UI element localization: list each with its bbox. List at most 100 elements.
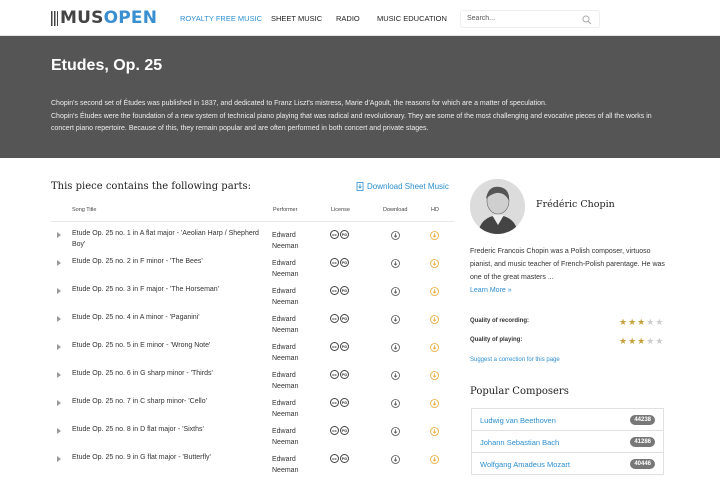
- performer-name[interactable]: Edward Neeman: [272, 286, 312, 308]
- nav-radio[interactable]: RADIO: [336, 14, 360, 23]
- nav-sheet-music[interactable]: SHEET MUSIC: [271, 14, 322, 23]
- table-row[interactable]: Etude Op. 25 no. 8 in D flat major - 'Si…: [51, 424, 454, 452]
- performer-name[interactable]: Edward Neeman: [272, 454, 312, 476]
- performer-name[interactable]: Edward Neeman: [272, 258, 312, 280]
- song-title[interactable]: Etude Op. 25 no. 8 in D flat major - 'Si…: [72, 424, 262, 435]
- composer-link[interactable]: Wolfgang Amadeus Mozart: [480, 460, 570, 469]
- license-badges[interactable]: cc PD: [330, 230, 350, 239]
- star-empty-icon[interactable]: ★: [655, 337, 663, 346]
- play-icon[interactable]: [57, 372, 61, 378]
- license-badges[interactable]: cc PD: [330, 426, 350, 435]
- song-title[interactable]: Etude Op. 25 no. 4 in A minor - 'Paganin…: [72, 312, 262, 323]
- list-item[interactable]: Ludwig van Beethoven 44238: [472, 409, 663, 431]
- license-badges[interactable]: cc PD: [330, 454, 350, 463]
- license-badges[interactable]: cc PD: [330, 370, 350, 379]
- composer-name[interactable]: Frédéric Chopin: [536, 199, 615, 210]
- star-filled-icon[interactable]: ★: [628, 337, 636, 346]
- performer-name[interactable]: Edward Neeman: [272, 314, 312, 336]
- learn-more-link[interactable]: Learn More »: [470, 287, 512, 294]
- song-title[interactable]: Etude Op. 25 no. 7 in C sharp minor- 'Ce…: [72, 396, 262, 407]
- hd-download-icon[interactable]: [430, 455, 439, 464]
- performer-name[interactable]: Edward Neeman: [272, 370, 312, 392]
- suggest-correction-link[interactable]: Suggest a correction for this page: [470, 357, 560, 363]
- star-filled-icon[interactable]: ★: [637, 337, 645, 346]
- download-icon[interactable]: [391, 371, 400, 380]
- star-empty-icon[interactable]: ★: [646, 337, 654, 346]
- hd-download-icon[interactable]: [430, 371, 439, 380]
- table-row[interactable]: Etude Op. 25 no. 4 in A minor - 'Paganin…: [51, 312, 454, 340]
- table-row[interactable]: Etude Op. 25 no. 2 in F minor - 'The Bee…: [51, 256, 454, 284]
- hd-download-icon[interactable]: [430, 399, 439, 408]
- download-icon[interactable]: [391, 259, 400, 268]
- play-icon[interactable]: [57, 232, 61, 238]
- star-filled-icon[interactable]: ★: [637, 318, 645, 327]
- hd-download-icon[interactable]: [430, 315, 439, 324]
- composer-link[interactable]: Ludwig van Beethoven: [480, 416, 556, 425]
- column-performer[interactable]: Performer: [273, 207, 297, 213]
- logo-mark-icon: [51, 10, 58, 26]
- list-item[interactable]: Wolfgang Amadeus Mozart 40446: [472, 453, 663, 475]
- search-input[interactable]: [467, 15, 577, 22]
- composer-portrait[interactable]: [470, 179, 525, 234]
- creative-commons-icon: cc: [330, 398, 339, 407]
- song-title[interactable]: Etude Op. 25 no. 6 in G sharp minor - 'T…: [72, 368, 262, 379]
- column-song-title[interactable]: Song Title: [72, 207, 96, 213]
- download-icon[interactable]: [391, 455, 400, 464]
- download-icon[interactable]: [391, 231, 400, 240]
- hd-download-icon[interactable]: [430, 231, 439, 240]
- search-icon[interactable]: [582, 15, 592, 25]
- nav-music-education[interactable]: MUSIC EDUCATION: [377, 14, 447, 23]
- play-icon[interactable]: [57, 456, 61, 462]
- song-title[interactable]: Etude Op. 25 no. 3 in F major - 'The Hor…: [72, 284, 262, 295]
- hd-download-icon[interactable]: [430, 287, 439, 296]
- license-badges[interactable]: cc PD: [330, 314, 350, 323]
- table-row[interactable]: Etude Op. 25 no. 7 in C sharp minor- 'Ce…: [51, 396, 454, 424]
- table-row[interactable]: Etude Op. 25 no. 9 in G flat major - 'Bu…: [51, 452, 454, 480]
- quality-recording-stars[interactable]: ★ ★ ★ ★ ★: [619, 318, 664, 327]
- hd-download-icon[interactable]: [430, 259, 439, 268]
- song-title[interactable]: Etude Op. 25 no. 5 in E minor - 'Wrong N…: [72, 340, 262, 351]
- top-navigation-bar: MUS OPEN ROYALTY FREE MUSIC SHEET MUSIC …: [0, 0, 720, 36]
- license-badges[interactable]: cc PD: [330, 258, 350, 267]
- play-icon[interactable]: [57, 260, 61, 266]
- play-icon[interactable]: [57, 344, 61, 350]
- song-title[interactable]: Etude Op. 25 no. 2 in F minor - 'The Bee…: [72, 256, 262, 267]
- license-badges[interactable]: cc PD: [330, 342, 350, 351]
- hd-download-icon[interactable]: [430, 343, 439, 352]
- performer-name[interactable]: Edward Neeman: [272, 230, 312, 252]
- quality-playing-stars[interactable]: ★ ★ ★ ★ ★: [619, 337, 664, 346]
- file-download-icon: [356, 182, 364, 191]
- download-icon[interactable]: [391, 287, 400, 296]
- logo-text-primary: MUS: [60, 8, 104, 28]
- table-row[interactable]: Etude Op. 25 no. 1 in A flat major - 'Ae…: [51, 228, 454, 256]
- license-badges[interactable]: cc PD: [330, 286, 350, 295]
- play-icon[interactable]: [57, 428, 61, 434]
- list-item[interactable]: Johann Sebastian Bach 41286: [472, 431, 663, 453]
- nav-royalty-free-music[interactable]: ROYALTY FREE MUSIC: [180, 14, 262, 23]
- musopen-logo[interactable]: MUS OPEN: [51, 8, 157, 28]
- star-empty-icon[interactable]: ★: [646, 318, 654, 327]
- play-icon[interactable]: [57, 288, 61, 294]
- download-sheet-music-link[interactable]: Download Sheet Music: [356, 182, 449, 191]
- star-filled-icon[interactable]: ★: [628, 318, 636, 327]
- star-filled-icon[interactable]: ★: [619, 318, 627, 327]
- hd-download-icon[interactable]: [430, 427, 439, 436]
- performer-name[interactable]: Edward Neeman: [272, 426, 312, 448]
- download-icon[interactable]: [391, 315, 400, 324]
- table-row[interactable]: Etude Op. 25 no. 5 in E minor - 'Wrong N…: [51, 340, 454, 368]
- composer-link[interactable]: Johann Sebastian Bach: [480, 438, 559, 447]
- play-icon[interactable]: [57, 400, 61, 406]
- download-icon[interactable]: [391, 399, 400, 408]
- table-row[interactable]: Etude Op. 25 no. 6 in G sharp minor - 'T…: [51, 368, 454, 396]
- performer-name[interactable]: Edward Neeman: [272, 342, 312, 364]
- song-title[interactable]: Etude Op. 25 no. 9 in G flat major - 'Bu…: [72, 452, 262, 463]
- song-title[interactable]: Etude Op. 25 no. 1 in A flat major - 'Ae…: [72, 228, 262, 250]
- star-empty-icon[interactable]: ★: [655, 318, 663, 327]
- play-icon[interactable]: [57, 316, 61, 322]
- performer-name[interactable]: Edward Neeman: [272, 398, 312, 420]
- license-badges[interactable]: cc PD: [330, 398, 350, 407]
- download-icon[interactable]: [391, 343, 400, 352]
- star-filled-icon[interactable]: ★: [619, 337, 627, 346]
- download-icon[interactable]: [391, 427, 400, 436]
- table-row[interactable]: Etude Op. 25 no. 3 in F major - 'The Hor…: [51, 284, 454, 312]
